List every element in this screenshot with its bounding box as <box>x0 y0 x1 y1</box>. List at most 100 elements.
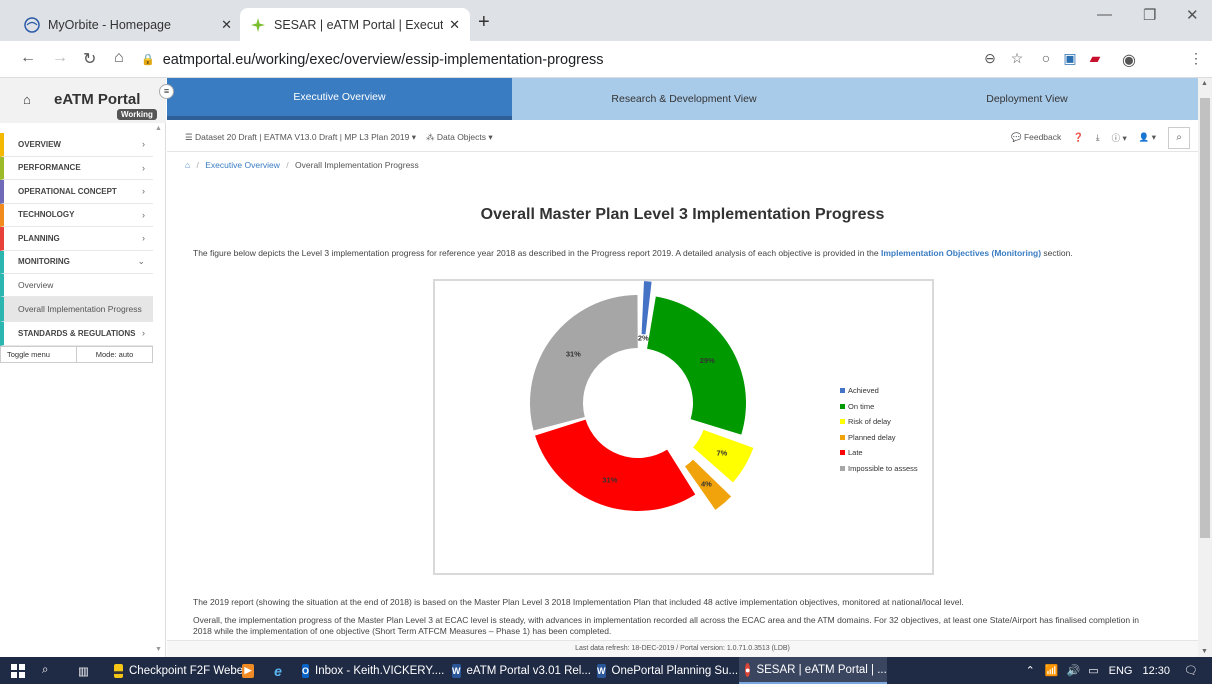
sidebar-scrollbar[interactable]: ▲ ▼ <box>153 125 165 657</box>
sidebar-item-label: OVERVIEW <box>18 139 61 149</box>
chrome-icon: ● <box>745 662 751 677</box>
sidebar-item-operational-concept[interactable]: OPERATIONAL CONCEPT › <box>0 180 153 204</box>
minimize-icon[interactable]: — <box>1097 6 1112 23</box>
browser-tab-sesar[interactable]: SESAR | eATM Portal | Executive O ✕ <box>240 8 470 41</box>
sidebar-item-technology[interactable]: TECHNOLOGY › <box>0 203 153 227</box>
pdf-icon[interactable]: ▰ <box>1086 50 1104 67</box>
back-icon[interactable]: ← <box>20 49 36 67</box>
data-objects-dropdown[interactable]: ⁂ Data Objects ▾ <box>426 132 493 143</box>
legend-item: On time <box>840 399 918 415</box>
help-icon[interactable]: ❓ <box>1073 132 1084 143</box>
sesar-favicon-icon <box>250 17 266 33</box>
taskbar-item-label: Checkpoint F2F Webe... <box>129 664 253 677</box>
close-window-icon[interactable]: ✕ <box>1186 6 1199 24</box>
scroll-up-icon[interactable]: ▲ <box>155 125 162 132</box>
toggle-menu-button[interactable]: Toggle menu <box>1 347 76 362</box>
download-icon[interactable]: ⤓ <box>1096 132 1100 143</box>
browser-tab-myorbite[interactable]: MyOrbite - Homepage ✕ <box>14 8 242 41</box>
chart-legend: Achieved On time Risk of delay Planned dela… <box>840 383 918 476</box>
intro-text: The figure below depicts the Level 3 imp… <box>193 248 1193 258</box>
feedback-button[interactable]: 💬 Feedback <box>1011 132 1061 143</box>
scroll-down-icon[interactable]: ▼ <box>1201 648 1208 655</box>
windows-start-icon[interactable] <box>0 657 36 684</box>
brand: ⌂ eATM Portal Working ≡ <box>0 78 174 123</box>
forward-icon[interactable]: → <box>52 49 68 67</box>
language-indicator[interactable]: ENG <box>1109 665 1133 677</box>
paragraph-report-basis: The 2019 report (showing the situation a… <box>193 597 964 607</box>
search-button[interactable]: ⌕ <box>1168 126 1190 149</box>
reload-icon[interactable]: ↻ <box>83 49 96 69</box>
profile-icon[interactable]: ◉ <box>1120 50 1138 70</box>
info-dropdown-icon[interactable]: ⓘ ▾ <box>1112 132 1127 144</box>
breadcrumb-link-executive-overview[interactable]: Executive Overview <box>205 160 280 170</box>
portal-toolbar: ☰ Dataset 20 Draft | EATMA V13.0 Draft |… <box>167 124 1198 152</box>
legend-item: Late <box>840 445 918 461</box>
folder-icon: ▬ <box>114 663 123 678</box>
scroll-down-icon[interactable]: ▼ <box>155 646 162 653</box>
taskbar-item-chrome-sesar[interactable]: ● SESAR | eATM Portal | ... <box>739 657 887 684</box>
tab-research-development-view[interactable]: Research & Development View <box>512 78 856 120</box>
extension-circle-icon[interactable]: ○ <box>1037 50 1055 66</box>
network-icon[interactable]: 📶 <box>1045 664 1059 677</box>
sidebar-subitem-overall-implementation-progress[interactable]: Overall Implementation Progress <box>0 297 153 322</box>
legend-label: On time <box>848 401 875 411</box>
tab-deployment-view[interactable]: Deployment View <box>856 78 1198 120</box>
new-tab-icon[interactable]: + <box>478 11 490 34</box>
close-tab-icon[interactable]: ✕ <box>221 17 232 33</box>
home-icon[interactable]: ⌂ <box>23 92 31 107</box>
notifications-icon[interactable]: 🗨 <box>1184 664 1198 677</box>
scrollbar-thumb[interactable] <box>1200 98 1210 538</box>
hamburger-menu-icon[interactable]: ≡ <box>159 84 174 99</box>
tab-title: MyOrbite - Homepage <box>48 17 171 32</box>
implementation-objectives-link[interactable]: Implementation Objectives (Monitoring) <box>881 248 1041 258</box>
search-icon[interactable]: ⌕ <box>36 657 72 684</box>
bookmark-star-icon[interactable]: ☆ <box>1008 50 1026 67</box>
close-tab-icon[interactable]: ✕ <box>449 17 460 33</box>
sidebar-item-standards-regulations[interactable]: STANDARDS & REGULATIONS › <box>0 322 153 346</box>
sidebar-item-label: PLANNING <box>18 233 60 243</box>
taskbar-item-word-oneportal[interactable]: W OnePortal Planning Su... <box>591 657 739 684</box>
sidebar-item-planning[interactable]: PLANNING › <box>0 227 153 251</box>
task-view-icon[interactable]: ▥ <box>72 657 108 684</box>
taskbar-item-label: OnePortal Planning Su... <box>611 664 739 677</box>
user-dropdown-icon[interactable]: 👤 ▾ <box>1139 132 1156 143</box>
scroll-up-icon[interactable]: ▲ <box>1201 80 1208 87</box>
chevron-right-icon: › <box>142 162 145 173</box>
page-scrollbar[interactable]: ▲ ▼ <box>1198 78 1212 657</box>
legend-item: Achieved <box>840 383 918 399</box>
data-objects-label: Data Objects <box>436 132 487 142</box>
taskbar-internet-explorer[interactable]: e <box>266 657 296 684</box>
sidebar-item-label: PERFORMANCE <box>18 163 81 173</box>
home-icon[interactable]: ⌂ <box>185 160 190 170</box>
breadcrumb: ⌂ / Executive Overview / Overall Impleme… <box>185 160 419 170</box>
browser-menu-icon[interactable]: ⋮ <box>1187 50 1205 67</box>
zoom-icon[interactable]: ⊖ <box>981 50 999 67</box>
sidebar-item-overview[interactable]: OVERVIEW › <box>0 133 153 157</box>
taskbar-item-checkpoint[interactable]: ▬ Checkpoint F2F Webe... <box>108 657 253 684</box>
volume-icon[interactable]: 🔊 <box>1067 664 1081 677</box>
sidebar-item-label: STANDARDS & REGULATIONS <box>18 328 136 338</box>
view-tabs: Executive Overview Research & Developmen… <box>167 78 1198 120</box>
portal-name[interactable]: eATM Portal <box>54 91 140 108</box>
battery-icon[interactable]: ▭ <box>1088 664 1098 677</box>
url-field[interactable]: 🔒 eatmportal.eu/working/exec/overview/es… <box>141 45 963 74</box>
sidebar-item-monitoring[interactable]: MONITORING ⌄ <box>0 250 153 274</box>
taskbar-media-app[interactable]: ▶ <box>236 657 266 684</box>
tray-chevron-icon[interactable]: ⌃ <box>1026 664 1035 677</box>
pocket-icon[interactable]: ▣ <box>1061 50 1079 67</box>
system-tray: ⌃ 📶 🔊 ▭ ENG 12:30 🗨 <box>1020 657 1212 684</box>
mode-button[interactable]: Mode: auto <box>76 346 152 362</box>
clock[interactable]: 12:30 <box>1143 665 1171 677</box>
dataset-dropdown[interactable]: ☰ Dataset 20 Draft | EATMA V13.0 Draft |… <box>185 132 416 143</box>
lock-icon: 🔒 <box>141 54 155 66</box>
sidebar-item-performance[interactable]: PERFORMANCE › <box>0 156 153 180</box>
restore-icon[interactable]: ❐ <box>1143 6 1156 24</box>
sidebar-subitem-overview[interactable]: Overview <box>0 274 153 297</box>
tab-executive-overview[interactable]: Executive Overview <box>167 78 512 120</box>
home-icon[interactable]: ⌂ <box>114 49 124 67</box>
taskbar-item-outlook[interactable]: O Inbox - Keith.VICKERY.... <box>296 657 446 684</box>
taskbar-item-word-eatm[interactable]: W eATM Portal v3.01 Rel... <box>446 657 591 684</box>
doughnut-chart: 2% 29% 7% 4% 31% 31% <box>530 281 754 511</box>
legend-label: Impossible to assess <box>848 463 918 473</box>
myorbite-favicon-icon <box>24 16 40 33</box>
